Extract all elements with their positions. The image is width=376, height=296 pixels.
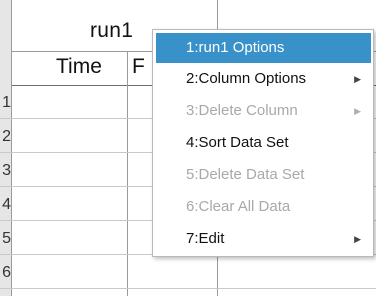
menu-item-clear-all-data[interactable]: 6:Clear All Data (156, 192, 371, 222)
menu-item-label: 5:Delete Data Set (186, 166, 305, 183)
menu-item-label: 6:Clear All Data (186, 198, 291, 215)
row-number[interactable]: 6 (0, 264, 12, 282)
menu-item-edit[interactable]: 7:Edit ▶ (156, 224, 371, 254)
triangle-right-icon: ▶ (354, 234, 361, 244)
menu-item-label: 2:Column Options (186, 70, 307, 87)
row-number-gutter (0, 0, 12, 296)
run-title[interactable]: run1 (90, 19, 133, 43)
triangle-right-icon: ▶ (354, 106, 361, 116)
menu-item-sort-data-set[interactable]: 4:Sort Data Set (156, 128, 371, 158)
row-number[interactable]: 1 (0, 94, 12, 112)
menu-item-run1-options[interactable]: 1:run1 Options (156, 33, 371, 63)
column-divider (127, 52, 128, 296)
app-window: run1 Time F res 1 2 3 4 5 6 1:run1 Optio… (0, 0, 376, 296)
row-number[interactable]: 4 (0, 196, 12, 214)
menu-item-column-options[interactable]: 2:Column Options ▶ (156, 64, 371, 94)
menu-item-delete-data-set[interactable]: 5:Delete Data Set (156, 160, 371, 190)
menu-item-label: 3:Delete Column (186, 102, 298, 119)
row-number[interactable]: 3 (0, 162, 12, 180)
column-header-force[interactable]: F (132, 55, 145, 79)
menu-item-label: 7:Edit (186, 230, 225, 247)
menu-item-delete-column[interactable]: 3:Delete Column ▶ (156, 96, 371, 126)
row-number[interactable]: 5 (0, 230, 12, 248)
context-menu: 1:run1 Options 2:Column Options ▶ 3:Dele… (152, 29, 374, 257)
triangle-right-icon: ▶ (354, 74, 361, 84)
row-divider (0, 288, 376, 289)
menu-item-label: 4:Sort Data Set (186, 134, 289, 151)
menu-item-label: 1:run1 Options (186, 39, 285, 56)
column-header-time[interactable]: Time (56, 55, 102, 79)
row-number[interactable]: 2 (0, 128, 12, 146)
